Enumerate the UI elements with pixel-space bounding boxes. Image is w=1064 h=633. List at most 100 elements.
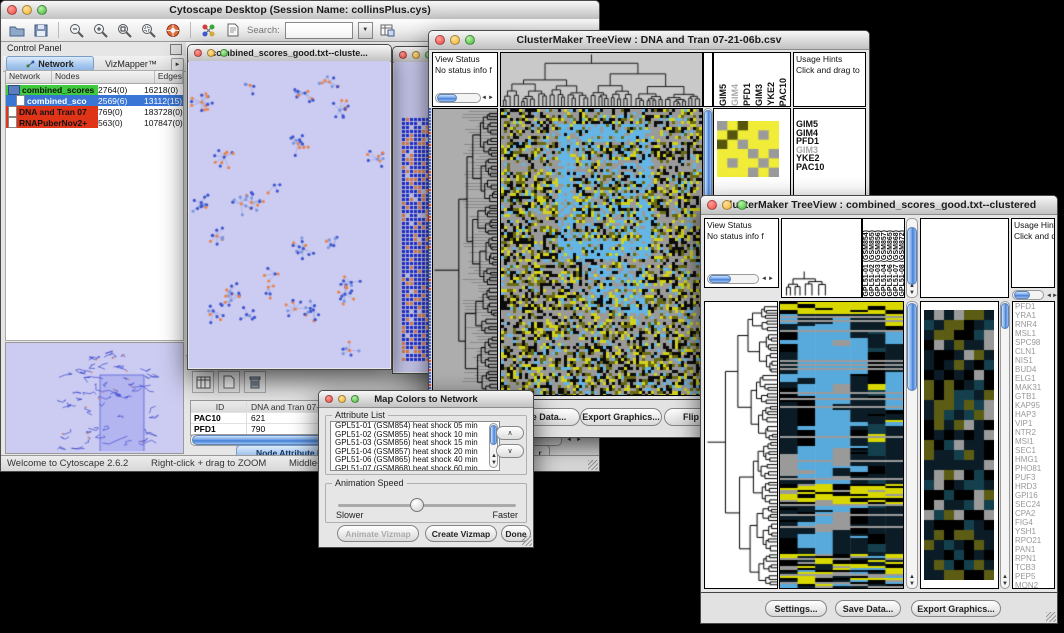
save-icon[interactable]: [31, 22, 50, 39]
animate-vizmap-button[interactable]: Animate Vizmap: [337, 525, 419, 542]
close-icon[interactable]: [399, 51, 407, 59]
heatmap-canvas[interactable]: [780, 302, 903, 588]
create-vizmap-button[interactable]: Create Vizmap: [425, 525, 497, 542]
annotation-page-icon[interactable]: [223, 22, 242, 39]
network-overview-thumbnail[interactable]: [6, 343, 183, 451]
move-down-button[interactable]: ∨: [496, 444, 524, 458]
gene-label[interactable]: NIS1: [1013, 356, 1054, 365]
attribute-select-icon[interactable]: [192, 371, 214, 393]
network-list-header-cell[interactable]: Nodes: [52, 71, 155, 83]
float-panel-icon[interactable]: [170, 44, 182, 55]
minimize-icon[interactable]: [412, 51, 420, 59]
column-dendrogram-canvas[interactable]: [501, 53, 702, 106]
treeview-dna-titlebar[interactable]: ClusterMaker TreeView : DNA and Tran 07-…: [429, 31, 869, 50]
network-list-header-cell[interactable]: Edges: [155, 71, 183, 83]
gene-label[interactable]: PEP5: [1013, 572, 1054, 581]
scroll-right-icon[interactable]: ►: [488, 95, 494, 101]
gene-label[interactable]: SEC24: [1013, 500, 1054, 509]
submatrix-canvas[interactable]: [717, 121, 779, 177]
resize-grip[interactable]: [588, 460, 598, 470]
heatmap-panel[interactable]: [500, 108, 703, 396]
row-dendrogram-canvas[interactable]: [705, 302, 777, 588]
animation-speed-slider[interactable]: [338, 504, 516, 507]
minimize-icon[interactable]: [722, 200, 732, 210]
new-attribute-icon[interactable]: [218, 371, 240, 393]
gene-label[interactable]: PAN1: [1013, 545, 1054, 554]
open-file-icon[interactable]: [7, 22, 26, 39]
heatmap-canvas[interactable]: [501, 109, 702, 395]
detail-heatmap-canvas[interactable]: [924, 310, 994, 580]
gene-label[interactable]: PFD1: [1013, 302, 1054, 311]
gene-label[interactable]: RPO21: [1013, 536, 1054, 545]
network-list-header-cell[interactable]: Network: [6, 71, 52, 83]
gene-label[interactable]: BUD4: [1013, 365, 1054, 374]
save-data-button[interactable]: Save Data...: [835, 600, 901, 617]
column-dendrogram-panel[interactable]: [500, 52, 703, 107]
gene-label[interactable]: MSL1: [1013, 329, 1054, 338]
network-overview-panel[interactable]: [5, 342, 184, 454]
gene-label[interactable]: NTR2: [1013, 428, 1054, 437]
search-dropdown-icon[interactable]: ▼: [358, 22, 373, 39]
network-canvas[interactable]: [189, 61, 390, 367]
detail-heatmap-panel[interactable]: [920, 301, 999, 589]
network-titlebar[interactable]: combined_scores_good.txt--cluste...: [188, 45, 391, 62]
column-dendrogram-panel[interactable]: [781, 218, 862, 298]
matrix-column-label[interactable]: GIM3: [754, 84, 765, 106]
network-list-row[interactable]: DNA and Tran 07 769(0) 183728(0): [6, 106, 183, 117]
scroll-right-icon[interactable]: ►: [1052, 293, 1058, 299]
gene-label[interactable]: GTB1: [1013, 392, 1054, 401]
zoom-window-icon[interactable]: [737, 200, 747, 210]
zoom-window-icon[interactable]: [37, 5, 47, 15]
detail-vscrollbar[interactable]: ▲ ▼: [1000, 301, 1010, 589]
gene-label[interactable]: CLN1: [1013, 347, 1054, 356]
resize-grip[interactable]: [1046, 612, 1056, 622]
scroll-down-icon[interactable]: ▼: [1002, 581, 1008, 587]
column-label[interactable]: GPL51-08 (GSM872): [900, 230, 904, 297]
close-icon[interactable]: [707, 200, 717, 210]
matrix-column-label[interactable]: PFD1: [742, 83, 753, 106]
gene-label[interactable]: YSH1: [1013, 527, 1054, 536]
row-dendrogram-panel[interactable]: [432, 108, 498, 396]
export-graphics-button[interactable]: Export Graphics...: [580, 408, 662, 426]
gene-label[interactable]: HAP3: [1013, 410, 1054, 419]
matrix-column-label[interactable]: PAC10: [778, 78, 789, 106]
row-dendrogram-panel[interactable]: [704, 301, 778, 589]
matrix-column-label[interactable]: GIM4: [730, 84, 741, 106]
minimize-icon[interactable]: [207, 49, 215, 57]
vizmapper-nodes-icon[interactable]: [199, 22, 218, 39]
export-graphics-button[interactable]: Export Graphics...: [911, 600, 1001, 617]
gene-label[interactable]: SEC1: [1013, 446, 1054, 455]
view-status-hscrollbar[interactable]: [707, 274, 759, 284]
usage-hints-hscrollbar[interactable]: [1012, 290, 1044, 300]
zoom-fit-icon[interactable]: [115, 22, 134, 39]
row-dendrogram-canvas[interactable]: [433, 109, 497, 395]
network-list-row[interactable]: RNAPuberNov2+ 563(0) 107847(0): [6, 117, 183, 128]
scroll-right-icon[interactable]: ►: [768, 276, 774, 282]
move-up-button[interactable]: ∧: [496, 426, 524, 440]
heatmap-panel[interactable]: [779, 301, 904, 589]
zoom-window-icon[interactable]: [351, 395, 359, 403]
tab-vizmapper[interactable]: VizMapper™: [94, 57, 168, 70]
gene-label[interactable]: VIP1: [1013, 419, 1054, 428]
gene-label[interactable]: TCB3: [1013, 563, 1054, 572]
minimize-icon[interactable]: [338, 395, 346, 403]
gene-label[interactable]: MAK31: [1013, 383, 1054, 392]
scroll-down-icon[interactable]: ▼: [909, 290, 915, 296]
gene-label[interactable]: GPI16: [1013, 491, 1054, 500]
import-table-icon[interactable]: [378, 22, 397, 39]
delete-attribute-icon[interactable]: [244, 371, 266, 393]
close-icon[interactable]: [325, 395, 333, 403]
scroll-down-icon[interactable]: ▼: [491, 460, 497, 466]
column-dendrogram-canvas[interactable]: [782, 219, 861, 297]
main-titlebar[interactable]: Cytoscape Desktop (Session Name: collins…: [1, 1, 599, 20]
minimize-icon[interactable]: [450, 35, 460, 45]
help-lifesaver-icon[interactable]: [163, 22, 182, 39]
gene-label[interactable]: SPC98: [1013, 338, 1054, 347]
gene-label[interactable]: HRD3: [1013, 482, 1054, 491]
scroll-left-icon[interactable]: ◄: [761, 276, 767, 282]
matrix-column-label[interactable]: GIM5: [718, 84, 729, 106]
gene-label[interactable]: YRA1: [1013, 311, 1054, 320]
network-list-row[interactable]: combined_sco 2569(6) 13112(15): [6, 95, 183, 106]
zoom-window-icon[interactable]: [220, 49, 228, 57]
zoom-window-icon[interactable]: [465, 35, 475, 45]
